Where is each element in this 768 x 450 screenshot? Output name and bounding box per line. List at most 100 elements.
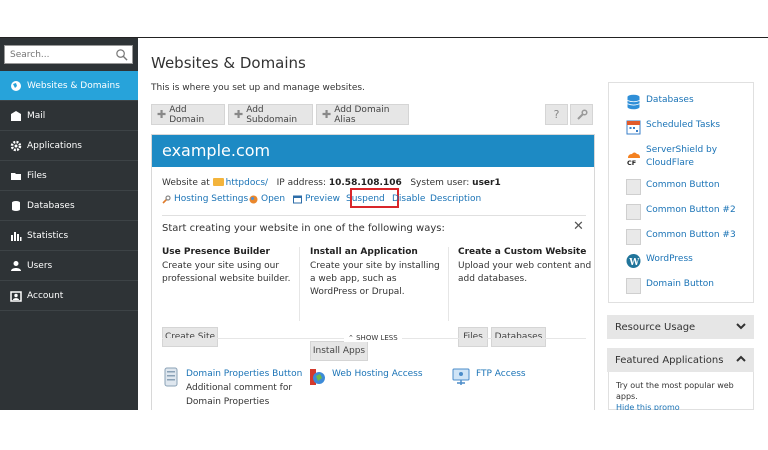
- domain-name[interactable]: example.com: [152, 135, 594, 167]
- right-item-scheduled-tasks[interactable]: Scheduled Tasks: [626, 119, 720, 135]
- sidebar-item-label: Mail: [27, 110, 46, 121]
- right-item-label: WordPress: [646, 254, 693, 264]
- user-icon: [11, 260, 21, 271]
- preview-link[interactable]: Preview: [293, 194, 340, 204]
- sidebar-item-files[interactable]: Files: [0, 161, 138, 191]
- button-label: Add Subdomain: [246, 104, 298, 125]
- website-at-label: Website at: [162, 178, 210, 188]
- right-item-label: Databases: [646, 95, 694, 105]
- ip-value: 10.58.108.106: [328, 178, 402, 188]
- disable-link[interactable]: Disable: [392, 194, 425, 204]
- sidebar-item-label: Websites & Domains: [27, 80, 120, 91]
- gear-icon: [10, 140, 22, 151]
- open-globe-icon: [249, 195, 258, 203]
- page-subtitle: This is where you set up and manage webs…: [151, 83, 365, 93]
- sidebar-item-websites-domains[interactable]: Websites & Domains: [0, 71, 138, 101]
- open-link[interactable]: Open: [249, 194, 285, 204]
- column-heading: Create a Custom Website: [458, 247, 587, 257]
- search-icon[interactable]: [115, 48, 128, 61]
- plus-icon: ✚: [234, 108, 244, 121]
- ftp-access-link[interactable]: FTP Access: [476, 367, 526, 381]
- right-item-common-button-2[interactable]: Common Button #2: [626, 204, 736, 220]
- action-label: Open: [261, 194, 286, 204]
- sidebar-item-label: Account: [27, 290, 64, 301]
- install-apps-button[interactable]: Install Apps: [310, 341, 368, 361]
- sidebar-item-label: Statistics: [27, 230, 69, 241]
- right-item-common-button[interactable]: Common Button: [626, 179, 720, 195]
- search-box[interactable]: [4, 45, 133, 64]
- add-domain-button[interactable]: ✚ Add Domain: [151, 104, 225, 125]
- sidebar-item-mail[interactable]: Mail: [0, 101, 138, 131]
- custom-website-column: Create a Custom Website Upload your web …: [458, 247, 593, 286]
- action-label: Hosting Settings: [174, 194, 249, 204]
- right-item-databases[interactable]: Databases: [626, 94, 694, 110]
- featured-text: Try out the most popular web apps.: [616, 381, 734, 401]
- search-input[interactable]: [5, 46, 110, 63]
- column-text: Create your site using our professional …: [162, 261, 291, 284]
- files-button[interactable]: Files: [458, 327, 488, 347]
- databases-button[interactable]: Databases: [491, 327, 546, 347]
- sidebar-item-label: Users: [27, 260, 53, 271]
- right-item-label: Domain Button: [646, 279, 714, 289]
- chevron-up-icon: [736, 355, 746, 362]
- ftp-access-icon: [452, 368, 470, 385]
- hide-promo-link[interactable]: Hide this promo: [616, 402, 753, 410]
- page-title: Websites & Domains: [151, 54, 306, 72]
- column-text: Upload your web content and add database…: [458, 261, 592, 284]
- right-item-label: Scheduled Tasks: [646, 120, 721, 130]
- close-icon[interactable]: ✕: [573, 219, 584, 234]
- resource-usage-header[interactable]: Resource Usage: [607, 315, 754, 339]
- blank-button-icon: [626, 204, 641, 220]
- sidebar-item-statistics[interactable]: Statistics: [0, 221, 138, 251]
- sidebar-item-applications[interactable]: Applications: [0, 131, 138, 161]
- mail-icon: [11, 110, 21, 121]
- web-hosting-access-link[interactable]: Web Hosting Access: [332, 367, 423, 381]
- section-divider: [162, 215, 586, 216]
- featured-applications-body: Try out the most popular web apps. Hide …: [608, 372, 754, 410]
- wordpress-icon: W: [626, 254, 641, 268]
- database-icon: [12, 200, 20, 211]
- sidebar-item-databases[interactable]: Databases: [0, 191, 138, 221]
- ip-label: IP address:: [276, 178, 326, 188]
- show-less-toggle[interactable]: ⌃ SHOW LESS: [344, 334, 402, 342]
- featured-applications-header[interactable]: Featured Applications: [607, 348, 754, 372]
- hosting-settings-link[interactable]: Hosting Settings: [162, 194, 248, 204]
- domain-properties-item[interactable]: Domain Properties Button Additional comm…: [162, 367, 302, 410]
- sidebar-item-account[interactable]: Account: [0, 281, 138, 311]
- create-site-button[interactable]: Create Site: [162, 327, 218, 347]
- domain-panel: example.com Website at httpdocs/ IP addr…: [151, 134, 595, 410]
- ftp-access-item[interactable]: FTP Access: [452, 367, 526, 387]
- system-user-label: System user:: [410, 178, 470, 188]
- add-domain-alias-button[interactable]: ✚ Add Domain Alias: [316, 104, 409, 125]
- right-item-domain-button[interactable]: Domain Button: [626, 278, 714, 294]
- right-item-wordpress[interactable]: W WordPress: [626, 253, 693, 269]
- right-item-label: Common Button: [646, 180, 720, 190]
- system-user-value: user1: [472, 178, 501, 188]
- tools-button[interactable]: [570, 104, 593, 125]
- chevron-up-icon: ⌃: [348, 334, 354, 342]
- right-item-common-button-3[interactable]: Common Button #3: [626, 229, 736, 245]
- globe-icon: [11, 80, 21, 91]
- column-separator: [299, 247, 300, 321]
- help-button[interactable]: ?: [545, 104, 568, 125]
- accordion-title: Resource Usage: [615, 321, 696, 333]
- cloudflare-icon: CF: [627, 152, 640, 166]
- accordion-title: Featured Applications: [615, 354, 724, 366]
- sidebar-item-users[interactable]: Users: [0, 251, 138, 281]
- docroot-link[interactable]: httpdocs/: [226, 178, 268, 188]
- button-label: Add Domain: [169, 104, 205, 125]
- web-hosting-access-item[interactable]: Web Hosting Access: [308, 367, 423, 387]
- database-icon: [627, 94, 640, 110]
- question-icon: ?: [553, 108, 560, 121]
- domain-properties-icon: [164, 367, 178, 387]
- description-link[interactable]: Description: [430, 194, 481, 204]
- column-heading: Install an Application: [310, 247, 418, 257]
- add-subdomain-button[interactable]: ✚ Add Subdomain: [228, 104, 313, 125]
- blank-button-icon: [626, 229, 641, 245]
- presence-builder-column: Use Presence Builder Create your site us…: [162, 247, 297, 286]
- sidebar-item-label: Databases: [27, 200, 75, 211]
- sidebar-nav: Websites & Domains Mail Applications Fil…: [0, 71, 138, 311]
- right-item-label: Common Button #2: [646, 205, 736, 215]
- right-item-servershield[interactable]: CF ServerShield by CloudFlare: [626, 144, 738, 170]
- domain-properties-link[interactable]: Domain Properties Button: [186, 367, 302, 381]
